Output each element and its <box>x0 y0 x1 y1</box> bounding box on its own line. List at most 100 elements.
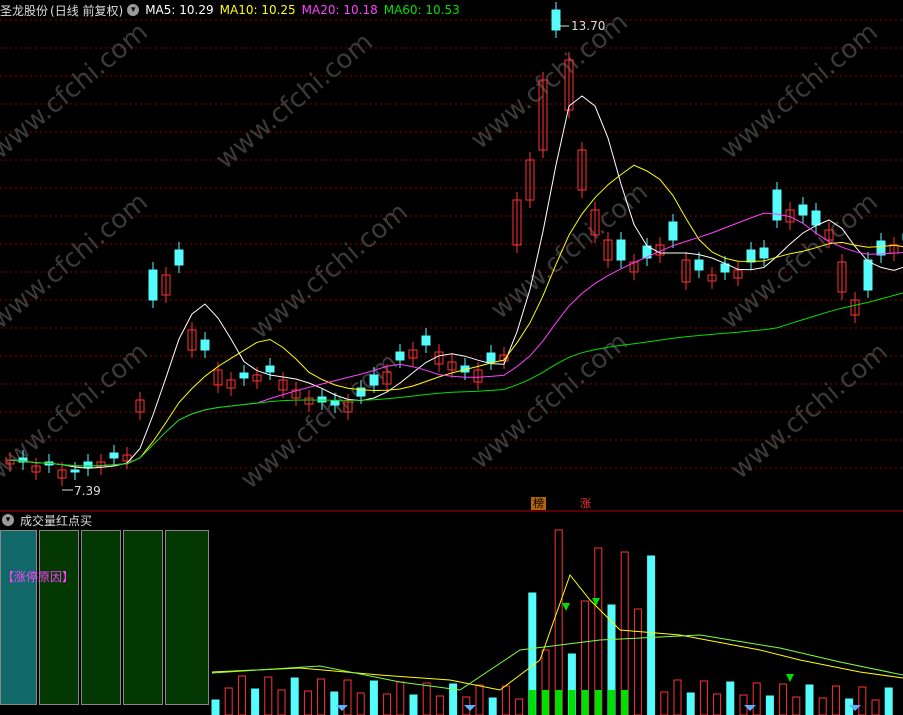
diamond-marker <box>744 705 756 711</box>
tag-bang[interactable]: 榜 <box>531 497 546 510</box>
volume-bar <box>884 687 893 715</box>
volume-bar <box>211 699 220 715</box>
volume-bar <box>726 681 735 715</box>
candle-body <box>70 469 80 473</box>
chevron-down-icon[interactable]: ▾ <box>2 514 14 526</box>
volume-signal-bar <box>555 690 563 715</box>
volume-bar <box>356 692 365 715</box>
volume-bar <box>264 676 273 715</box>
candle-body <box>811 210 821 226</box>
volume-bar <box>792 696 801 715</box>
volume-bar <box>303 690 312 715</box>
candle-body <box>317 396 327 403</box>
volume-signal-bar <box>621 690 629 715</box>
volume-signal-bar <box>608 690 615 715</box>
volume-bar <box>317 678 326 715</box>
price-grid <box>0 19 903 469</box>
volume-bar <box>237 675 246 715</box>
candle-body <box>798 204 808 216</box>
volume-bar <box>594 547 603 715</box>
volume-bar <box>831 685 840 715</box>
candle-body <box>109 452 119 459</box>
candle-body <box>759 247 769 259</box>
volume-bar <box>871 699 880 715</box>
volume-bar <box>699 680 708 715</box>
indicator-name: 成交量红点买 <box>20 513 93 528</box>
volume-bar <box>713 693 722 715</box>
volume-signal-bar <box>594 690 602 715</box>
subpanel-title: ▾ 成交量红点买 <box>0 511 92 529</box>
volume-bar <box>396 681 405 715</box>
volume-signal-bar <box>568 690 576 715</box>
volume-bar <box>818 697 827 715</box>
volume-bar <box>858 686 867 715</box>
volume-bar <box>633 608 642 715</box>
arrow-marker <box>592 598 600 606</box>
volume-bar <box>686 692 695 715</box>
ma10-value: MA10: 10.25 <box>219 3 296 17</box>
candle-body <box>395 351 405 361</box>
candle-body <box>265 365 275 373</box>
stock-name: 圣龙股份 <box>0 3 49 18</box>
candle-body <box>330 400 340 406</box>
ma60-value: MA60: 10.53 <box>383 3 460 17</box>
candle-body <box>616 239 626 261</box>
watermark-text: www.cfchi.com <box>465 7 634 155</box>
reason-column <box>39 530 79 705</box>
tag-zhang[interactable]: 涨 <box>578 497 593 510</box>
volume-bar <box>475 684 484 715</box>
volume-bar <box>409 694 418 715</box>
candle-body <box>369 374 379 386</box>
volume-signal-bar <box>542 690 549 715</box>
candle-body <box>486 352 496 363</box>
diamond-marker <box>464 705 476 711</box>
volume-bar <box>488 697 497 715</box>
volume-bar <box>251 688 260 715</box>
volume-bar <box>647 555 656 715</box>
candle-body <box>551 9 561 31</box>
candle-body <box>694 259 704 271</box>
candle-body <box>746 249 756 263</box>
ma20-value: MA20: 10.18 <box>301 3 378 17</box>
volume-bar <box>383 693 392 715</box>
high-price-label: 13.70 <box>571 19 605 33</box>
candle-body <box>421 335 431 346</box>
volume-bar <box>277 689 286 715</box>
volume-bar <box>554 529 563 715</box>
volume-bars <box>211 529 893 715</box>
volume-bar <box>224 687 233 715</box>
reason-column <box>81 530 121 705</box>
volume-bar <box>422 682 431 715</box>
reason-panel: 【涨停原因】 <box>0 530 210 715</box>
volume-bar <box>779 683 788 715</box>
candle-body <box>863 259 873 291</box>
watermark-text: www.cfchi.com <box>245 197 414 345</box>
candle-body <box>83 461 93 469</box>
volume-ma-line <box>211 634 903 691</box>
candle-body <box>200 339 210 351</box>
volume-bar <box>673 679 682 715</box>
candle-body <box>174 249 184 266</box>
watermark-text: www.cfchi.com <box>210 27 379 175</box>
watermark-text: www.cfchi.com <box>715 17 884 165</box>
volume-bar <box>343 679 352 715</box>
volume-bar <box>369 680 378 715</box>
volume-bar <box>765 695 774 715</box>
reason-column <box>0 530 37 705</box>
low-price-label: 7.39 <box>74 484 101 498</box>
mode-label: (日线 前复权) <box>50 3 124 18</box>
reason-column <box>123 530 163 705</box>
volume-signal-bar <box>528 690 536 715</box>
arrow-marker <box>562 603 570 611</box>
volume-bar <box>805 684 814 715</box>
ma5-value: MA5: 10.29 <box>145 3 214 17</box>
volume-bar <box>435 695 444 715</box>
volume-signal-bar <box>581 690 589 715</box>
volume-bar <box>330 691 339 715</box>
candle-body <box>876 240 886 256</box>
chevron-down-icon[interactable]: ▾ <box>127 4 140 16</box>
chart-legend: 圣龙股份 (日线 前复权) ▾ MA5: 10.29 MA10: 10.25 M… <box>0 0 466 20</box>
candle-body <box>668 221 678 241</box>
arrow-marker <box>786 674 794 682</box>
volume-average-lines <box>211 573 903 691</box>
